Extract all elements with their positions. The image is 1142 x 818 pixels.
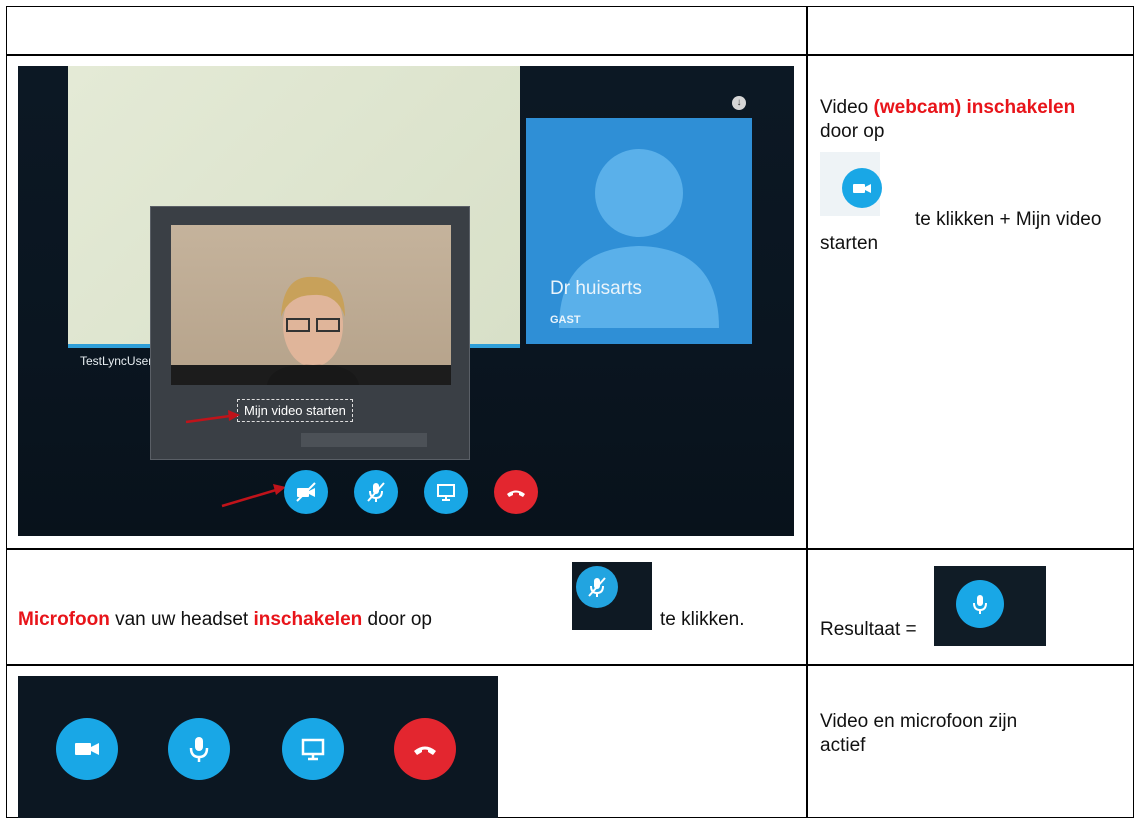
video-camera-icon bbox=[75, 743, 99, 755]
video-active-button bbox=[56, 718, 118, 780]
row1-instruction: Video (webcam) inschakelen door op bbox=[820, 96, 1090, 144]
column-divider bbox=[806, 6, 808, 818]
self-video-preview bbox=[171, 225, 451, 385]
row-divider-2 bbox=[6, 548, 1134, 550]
person-silhouette-icon bbox=[559, 149, 719, 328]
microphone-icon bbox=[189, 737, 209, 762]
row1-instruction-end: te klikken + Mijn video starten bbox=[820, 209, 1102, 254]
mic-toggle-button[interactable] bbox=[354, 470, 398, 514]
video-icon-button bbox=[842, 168, 882, 208]
row-divider-1 bbox=[6, 54, 1134, 56]
row2-instruction-a: Microfoon van uw headset inschakelen doo… bbox=[18, 608, 432, 632]
video-preview-popup: Mijn video starten bbox=[150, 206, 470, 460]
screen-share-icon bbox=[437, 484, 455, 501]
row1-red-text: (webcam) inschakelen bbox=[873, 97, 1076, 118]
mic-off-sample bbox=[572, 562, 652, 630]
status-text: Video en microfoon zijn actief bbox=[820, 711, 1018, 756]
mic-on-sample bbox=[934, 566, 1046, 646]
screen-share-active-button bbox=[282, 718, 344, 780]
video-off-icon bbox=[296, 482, 316, 502]
skype-call-screenshot: TestLyncUser ↓ Dr huisarts GAST Mijn vid… bbox=[18, 66, 794, 536]
contact-name: Dr huisarts bbox=[550, 278, 642, 299]
row1-text-b: door op bbox=[820, 121, 885, 142]
video-icon-sample bbox=[820, 152, 882, 216]
hang-up-button[interactable] bbox=[494, 470, 538, 514]
row2-red-word1: Microfoon bbox=[18, 609, 110, 630]
result-label: Resultaat = bbox=[820, 619, 917, 640]
row2-text2: door op bbox=[362, 609, 432, 630]
active-call-toolbar bbox=[18, 676, 498, 818]
hang-up-icon bbox=[414, 746, 436, 755]
microphone-icon bbox=[973, 595, 987, 614]
mic-off-sample-button bbox=[576, 566, 618, 608]
row-divider-3 bbox=[6, 664, 1134, 666]
mic-off-icon bbox=[588, 577, 606, 597]
faded-tooltip bbox=[301, 433, 427, 447]
video-camera-icon bbox=[853, 184, 871, 193]
video-toggle-button[interactable] bbox=[284, 470, 328, 514]
person-photo bbox=[171, 276, 451, 385]
user-label: TestLyncUser bbox=[80, 354, 153, 368]
row1-text-a: Video bbox=[820, 97, 874, 118]
hang-up-active-button bbox=[394, 718, 456, 780]
download-icon[interactable]: ↓ bbox=[732, 96, 746, 110]
start-video-tooltip[interactable]: Mijn video starten bbox=[237, 399, 353, 422]
mic-on-sample-button bbox=[956, 580, 1004, 628]
contact-role: GAST bbox=[550, 314, 581, 326]
mic-off-icon bbox=[367, 482, 385, 502]
row2-text1: van uw headset bbox=[109, 609, 254, 630]
screen-share-button[interactable] bbox=[424, 470, 468, 514]
contact-tile: Dr huisarts GAST bbox=[526, 118, 752, 344]
hang-up-icon bbox=[507, 490, 525, 497]
screen-share-icon bbox=[301, 738, 325, 761]
row2-instruction-b: te klikken. bbox=[660, 609, 745, 630]
mic-active-button bbox=[168, 718, 230, 780]
row2-red-word2: inschakelen bbox=[253, 609, 363, 630]
